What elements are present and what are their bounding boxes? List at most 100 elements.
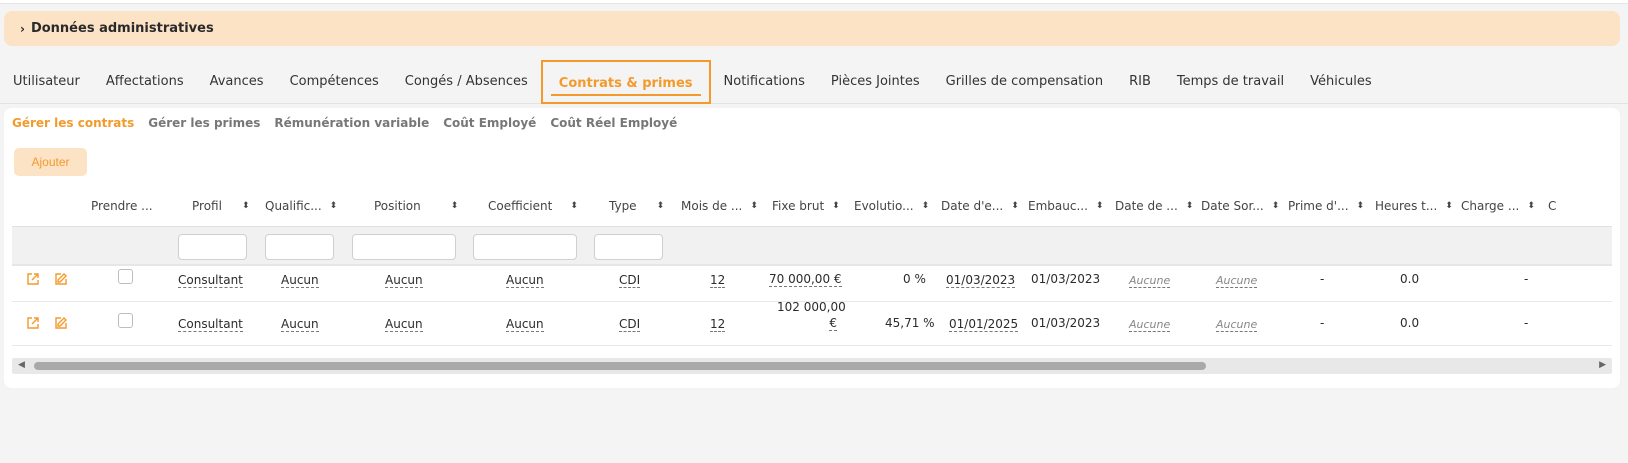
fixe-brut-amount: 102 000,00 [777,300,846,314]
col-header-type[interactable]: Type ⬍ [609,188,664,224]
date-effet-cell[interactable]: 01/03/2023 [946,273,1016,288]
tab-grilles-compensation[interactable]: Grilles de compensation [933,60,1116,104]
tab-vehicules[interactable]: Véhicules [1297,60,1385,104]
prime-cell: - [1320,272,1325,286]
tab-contrats-primes[interactable]: Contrats & primes [540,59,711,104]
date-sortie-cell[interactable]: Aucune [1216,274,1258,288]
tab-temps-de-travail[interactable]: Temps de travail [1164,60,1297,104]
col-header-charge[interactable]: Charge ... ⬍ [1461,188,1535,224]
date-de-cell[interactable]: Aucune [1129,274,1171,288]
scroll-left-icon[interactable]: ◀ [18,360,25,370]
qualification-cell[interactable]: Aucun [281,273,319,288]
tab-utilisateur[interactable]: Utilisateur [0,60,93,104]
accordion-title: Données administratives [30,21,214,36]
prendre-checkbox[interactable] [118,269,133,284]
fixe-brut-cell[interactable]: 70 000,00 € [769,272,842,287]
sort-icon: ⬍ [450,201,459,211]
embauche-cell: 01/03/2023 [1031,272,1101,286]
tab-affectations[interactable]: Affectations [93,60,197,104]
tab-avances[interactable]: Avances [197,60,277,104]
col-header-label: Mois de ... [681,199,743,213]
top-border [0,0,1628,4]
col-header-coefficient[interactable]: Coefficient ⬍ [488,188,578,224]
col-header-fixe-brut[interactable]: Fixe brut ⬍ [772,188,840,224]
scroll-right-icon[interactable]: ▶ [1599,360,1606,370]
accordion-donnees-administratives[interactable]: › Données administratives [4,11,1620,46]
sort-icon: ⬍ [656,201,665,211]
horizontal-scrollbar[interactable]: ◀ ▶ [12,358,1612,374]
charge-cell: - [1524,272,1529,286]
col-header-label: Qualific... [265,199,322,213]
position-cell[interactable]: Aucun [385,273,423,288]
add-button[interactable]: Ajouter [14,148,87,176]
subtab-gerer-contrats[interactable]: Gérer les contrats [12,116,134,130]
profil-cell[interactable]: Consultant [178,273,243,288]
col-header-position[interactable]: Position ⬍ [374,188,458,224]
subtab-cout-employe[interactable]: Coût Employé [443,116,536,130]
edit-icon[interactable] [54,316,68,330]
profil-cell[interactable]: Consultant [178,317,243,332]
col-header-label: Profil [192,199,222,213]
type-filter-input[interactable] [594,234,663,260]
sort-icon: ⬍ [329,201,338,211]
type-cell[interactable]: CDI [619,273,641,288]
col-header-label: Date Sor... [1201,199,1264,213]
edit-icon[interactable] [54,272,68,286]
prime-cell: - [1320,316,1325,330]
col-header-profil[interactable]: Profil ⬍ [192,188,249,224]
coefficient-cell[interactable]: Aucun [506,317,544,332]
date-de-cell[interactable]: Aucune [1129,318,1171,332]
qualification-cell[interactable]: Aucun [281,317,319,332]
tab-conges-absences[interactable]: Congés / Absences [392,60,541,104]
col-header-date-sortie[interactable]: Date Sor... ⬍ [1201,188,1279,224]
coefficient-filter-input[interactable] [473,234,577,260]
subtab-remuneration-variable[interactable]: Rémunération variable [274,116,429,130]
open-external-icon[interactable] [26,272,40,286]
tab-rib[interactable]: RIB [1116,60,1164,104]
subtab-gerer-primes[interactable]: Gérer les primes [148,116,260,130]
sort-icon: ⬍ [1271,201,1280,211]
profil-filter-input[interactable] [178,234,247,260]
date-sortie-cell[interactable]: Aucune [1216,318,1258,332]
col-header-qualification[interactable]: Qualific... ⬍ [265,188,337,224]
fixe-brut-cell[interactable]: 102 000,00 € [777,300,846,331]
type-cell[interactable]: CDI [619,317,641,332]
position-cell[interactable]: Aucun [385,317,423,332]
col-header-embauche[interactable]: Embauc... ⬍ [1028,188,1103,224]
col-header-prime[interactable]: Prime d'... ⬍ [1288,188,1364,224]
sort-icon: ⬍ [1356,201,1365,211]
mois-cell[interactable]: 12 [710,273,726,288]
col-header-label: Date d'e... [941,199,1004,213]
embauche-cell: 01/03/2023 [1031,316,1101,330]
contracts-table: Prendre ... Profil ⬍ Qualific... ⬍ Positio… [12,188,1612,463]
mois-cell[interactable]: 12 [710,317,726,332]
col-header-prendre[interactable]: Prendre ... [91,188,153,224]
col-header-date-de[interactable]: Date de ... ⬍ [1115,188,1193,224]
subtab-cout-reel-employe[interactable]: Coût Réel Employé [550,116,677,130]
tab-pieces-jointes[interactable]: Pièces Jointes [818,60,933,104]
scrollbar-thumb[interactable] [34,362,1206,370]
prendre-checkbox[interactable] [118,313,133,328]
col-header-heures[interactable]: Heures t... ⬍ [1375,188,1453,224]
sort-icon: ⬍ [832,201,840,211]
tab-competences[interactable]: Compétences [277,60,392,104]
col-header-label: Prendre ... [91,199,153,213]
table-row: Consultant Aucun Aucun Aucun CDI 12 102 … [12,300,1612,346]
sort-icon: ⬍ [921,201,930,211]
sort-icon: ⬍ [570,201,578,211]
open-external-icon[interactable] [26,316,40,330]
coefficient-cell[interactable]: Aucun [506,273,544,288]
tab-bar: Utilisateur Affectations Avances Compéte… [0,59,1628,104]
position-filter-input[interactable] [352,234,456,260]
qualification-filter-input[interactable] [265,234,334,260]
col-header-mois[interactable]: Mois de ... ⬍ [681,188,758,224]
date-effet-cell[interactable]: 01/01/2025 [949,317,1019,332]
sort-icon: ⬍ [1445,201,1453,211]
col-header-label: Coefficient [488,199,553,213]
col-header-date-effet[interactable]: Date d'e... ⬍ [941,188,1019,224]
subtab-bar: Gérer les contrats Gérer les primes Rému… [12,116,677,130]
col-header-label: Embauc... [1028,199,1088,213]
col-header-c[interactable]: C [1548,188,1556,224]
col-header-evolution[interactable]: Evolutio... ⬍ [854,188,929,224]
tab-notifications[interactable]: Notifications [711,60,818,104]
